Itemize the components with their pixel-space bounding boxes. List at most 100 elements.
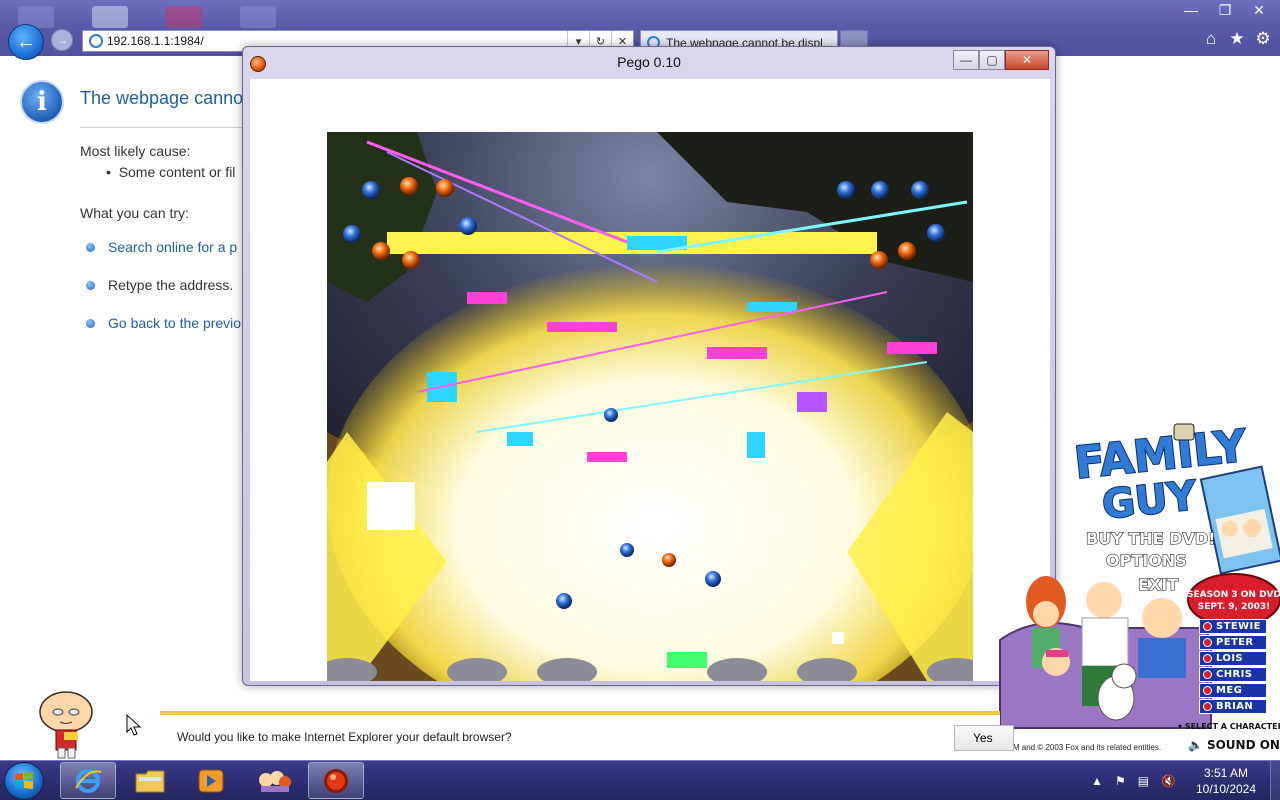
gear-icon[interactable]: ⚙ [1254, 28, 1272, 50]
red-dot-icon [1203, 638, 1212, 647]
pego-minimize-button[interactable]: — [953, 50, 979, 70]
close-button[interactable]: ✕ [1246, 0, 1272, 20]
character-button-peter[interactable]: PETER [1199, 635, 1267, 650]
character-button-brian[interactable]: BRIAN [1199, 699, 1267, 714]
options-button[interactable]: OPTIONS [1105, 550, 1187, 570]
titlebar-glass-blur [166, 6, 202, 28]
season-promo-line-2: SEPT. 9, 2003! [1198, 602, 1271, 612]
taskbar-file-explorer[interactable] [122, 762, 178, 799]
media-player-icon [198, 769, 224, 792]
bullet-icon [86, 318, 95, 328]
folder-icon [135, 770, 165, 792]
retype-address-item: Retype the address. [86, 277, 233, 293]
try-item-text[interactable]: Go back to the previo [108, 315, 241, 331]
tv-icon [1173, 423, 1195, 441]
meg-hat [1046, 650, 1068, 657]
character-label: CHRIS [1216, 669, 1253, 680]
season-promo-line-1: SEASON 3 ON DVD [1187, 590, 1280, 600]
pego-window: Pego 0.10 — ▢ ✕ [242, 46, 1056, 686]
clock-date: 10/10/2024 [1195, 782, 1257, 796]
select-character-prompt: ▾ SELECT A CHARACTER ABOVE [1178, 722, 1280, 731]
mouse-cursor-icon [126, 714, 142, 736]
red-dot-icon [1203, 686, 1212, 695]
forward-button[interactable]: → [51, 29, 73, 51]
internet-explorer-icon [75, 768, 102, 793]
speaker-icon: 🔈 [1188, 738, 1203, 752]
family-guy-icon [259, 770, 291, 792]
pego-maximize-button[interactable]: ▢ [979, 50, 1005, 70]
go-back-link[interactable]: Go back to the previo [86, 315, 241, 331]
titlebar-glass-blur [92, 6, 128, 28]
try-item-text[interactable]: Search online for a p [108, 239, 237, 255]
clock[interactable]: 3:51 AM 10/10/2024 [1188, 765, 1264, 797]
pego-close-button[interactable]: ✕ [1005, 50, 1049, 70]
taskbar: ▲ ⚑ ▤ 🔇 3:51 AM 10/10/2024 [0, 760, 1280, 800]
volume-muted-icon[interactable]: 🔇 [1161, 774, 1176, 788]
stewie-desktop-mascot[interactable] [34, 690, 98, 760]
chris-shirt [1138, 638, 1186, 678]
home-icon[interactable]: ⌂ [1202, 28, 1220, 50]
ie-page-icon [89, 34, 103, 48]
exit-button[interactable]: EXIT [1137, 574, 1178, 594]
show-desktop-button[interactable] [1270, 761, 1280, 800]
windows-logo-icon [15, 772, 33, 789]
logo-line-2: GUY [1100, 473, 1200, 529]
yes-button[interactable]: Yes [954, 725, 1014, 751]
character-label: LOIS [1216, 653, 1244, 664]
character-button-stewie[interactable]: STEWIE [1199, 619, 1267, 634]
try-label: What you can try: [80, 205, 189, 221]
bullet-icon [86, 242, 95, 252]
back-button[interactable]: ← [8, 24, 44, 60]
pego-client-area [250, 79, 1050, 681]
dvd-box-art [1199, 465, 1280, 575]
game-canvas[interactable] [327, 132, 973, 681]
character-button-lois[interactable]: LOIS [1199, 651, 1267, 666]
character-button-chris[interactable]: CHRIS [1199, 667, 1267, 682]
favorites-star-icon[interactable]: ★ [1228, 28, 1246, 50]
heading-divider [80, 127, 250, 128]
buy-dvd-button[interactable]: BUY THE DVD! [1085, 528, 1215, 548]
brian-head [1111, 663, 1137, 689]
cause-item: • Some content or fil [106, 164, 236, 180]
start-button[interactable] [4, 762, 44, 800]
system-tray: ▲ ⚑ ▤ 🔇 3:51 AM 10/10/2024 [1091, 761, 1280, 800]
cause-label: Most likely cause: [80, 143, 191, 159]
sound-toggle[interactable]: 🔈 SOUND ON [1188, 738, 1280, 752]
action-center-flag-icon[interactable]: ⚑ [1115, 774, 1126, 788]
peter-shirt [1081, 617, 1129, 667]
minimize-button[interactable]: — [1178, 0, 1204, 20]
character-label: STEWIE [1216, 621, 1261, 632]
character-label: MEG [1216, 685, 1243, 696]
pego-titlebar[interactable]: Pego 0.10 — ▢ ✕ [243, 47, 1055, 77]
taskbar-internet-explorer[interactable] [60, 762, 116, 799]
show-hidden-icons-button[interactable]: ▲ [1091, 774, 1103, 788]
taskbar-media-player[interactable] [183, 762, 239, 799]
arrow-left-icon: ← [16, 30, 36, 53]
character-label: BRIAN [1216, 701, 1254, 712]
search-online-link[interactable]: Search online for a p [86, 239, 237, 255]
pego-window-title: Pego 0.10 [617, 54, 681, 70]
info-icon: i [20, 80, 64, 124]
red-dot-icon [1203, 670, 1212, 679]
network-icon[interactable]: ▤ [1138, 774, 1149, 788]
clock-time: 3:51 AM [1203, 766, 1249, 780]
sound-label: SOUND ON [1206, 738, 1280, 752]
lois [1033, 601, 1059, 627]
taskbar-family-guy[interactable] [246, 762, 302, 799]
restore-button[interactable]: ❐ [1212, 0, 1238, 20]
cause-item-text: Some content or fil [118, 164, 236, 180]
try-item-text: Retype the address. [108, 277, 234, 293]
red-dot-icon [1203, 702, 1212, 711]
titlebar-glass-blur [240, 6, 276, 28]
bullet-icon [86, 280, 95, 290]
character-label: PETER [1216, 637, 1254, 648]
page-title: The webpage cannot [80, 88, 249, 108]
chris [1142, 598, 1182, 638]
character-button-meg[interactable]: MEG [1199, 683, 1267, 698]
default-browser-notification: Would you like to make Internet Explorer… [160, 711, 1014, 761]
fg-copyright: TM and © 2003 Fox and its related entiti… [1008, 743, 1162, 752]
browser-tool-icons: ⌂ ★ ⚙ [1202, 28, 1272, 50]
taskbar-pego[interactable] [308, 762, 364, 799]
red-dot-icon [1203, 622, 1212, 631]
pego-window-controls: — ▢ ✕ [953, 50, 1049, 70]
